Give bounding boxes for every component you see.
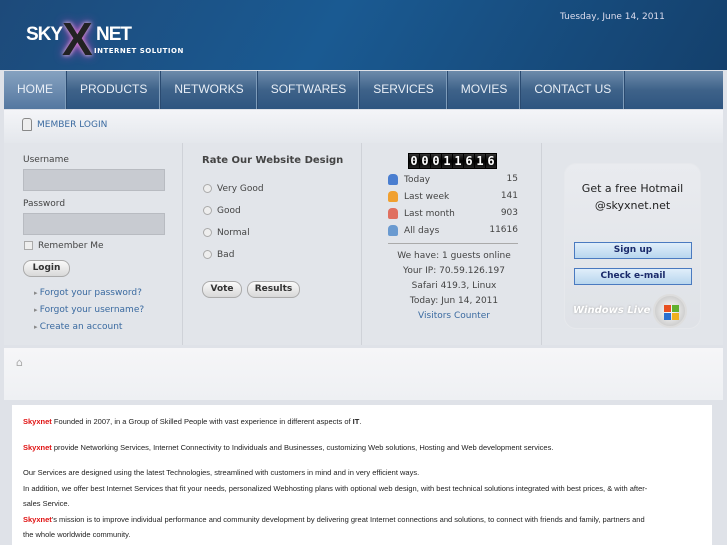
- today-date: Today: Jun 14, 2011: [409, 296, 499, 306]
- browser-info: Safari 419.3, Linux: [411, 281, 497, 291]
- forgot-password-link[interactable]: Forgot your password?: [34, 288, 142, 298]
- username-input[interactable]: [23, 169, 165, 191]
- guests-online: We have: 1 guests online: [397, 251, 511, 261]
- poll-radio[interactable]: [203, 206, 212, 215]
- sign-up-button[interactable]: Sign up: [574, 242, 692, 259]
- nav-contact-us[interactable]: CONTACT US: [521, 71, 626, 109]
- visitor-counter-digits: 00011616: [408, 153, 497, 169]
- user-icon: [388, 208, 398, 219]
- counter-digit: 6: [486, 154, 496, 168]
- paragraph: In addition, we offer best Internet Serv…: [23, 483, 648, 493]
- divider: [388, 243, 518, 244]
- counter-digit: 1: [453, 154, 463, 168]
- logo[interactable]: X SKY NET INTERNET SOLUTION: [24, 13, 194, 65]
- user-icon: [388, 191, 398, 202]
- header: X SKY NET INTERNET SOLUTION Tuesday, Jun…: [0, 0, 727, 70]
- vote-button[interactable]: Vote: [202, 281, 242, 298]
- counter-digit: 1: [475, 154, 485, 168]
- poll-radio[interactable]: [203, 250, 212, 259]
- paragraph: the whole worldwide community.: [23, 530, 131, 539]
- hotmail-box: Get a free Hotmail @skyxnet.net Sign up …: [564, 163, 701, 329]
- nav-softwares[interactable]: SOFTWARES: [258, 71, 361, 109]
- divider: [361, 143, 362, 345]
- poll-title: Rate Our Website Design: [202, 155, 344, 166]
- poll-radio[interactable]: [203, 184, 212, 193]
- paragraph: Skyxnet's mission is to improve individu…: [23, 514, 645, 524]
- poll-option: Good: [217, 206, 241, 216]
- remember-me-label: Remember Me: [38, 241, 104, 251]
- paragraph: sales Service.: [23, 499, 70, 508]
- member-login-bar: MEMBER LOGIN: [4, 110, 723, 143]
- your-ip: Your IP: 70.59.126.197: [403, 266, 505, 276]
- poll-option: Normal: [217, 228, 250, 238]
- paragraph: Skyxnet provide Networking Services, Int…: [23, 442, 554, 452]
- nav-home[interactable]: HOME: [4, 71, 67, 109]
- stat-all-days: All days 11616: [388, 225, 518, 236]
- stat-today: Today 15: [388, 174, 518, 185]
- remember-me-checkbox[interactable]: [24, 241, 33, 250]
- poll-option: Very Good: [217, 184, 264, 194]
- main-content: Skyxnet Founded in 2007, in a Group of S…: [12, 405, 712, 545]
- nav-services[interactable]: SERVICES: [360, 71, 448, 109]
- chart-icon: [388, 225, 398, 236]
- poll-option: Bad: [217, 250, 235, 260]
- counter-digit: 6: [464, 154, 474, 168]
- counter-digit: 0: [409, 154, 419, 168]
- divider: [182, 143, 183, 345]
- results-button[interactable]: Results: [247, 281, 300, 298]
- username-label: Username: [23, 155, 69, 165]
- hotmail-line2: @skyxnet.net: [594, 199, 671, 212]
- paragraph: Our Services are designed using the late…: [23, 468, 420, 477]
- nav-products[interactable]: PRODUCTS: [67, 71, 162, 109]
- counter-digit: 0: [431, 154, 441, 168]
- stat-last-month: Last month 903: [388, 208, 518, 219]
- password-label: Password: [23, 199, 66, 209]
- main-nav: HOME PRODUCTS NETWORKS SOFTWARES SERVICE…: [4, 71, 723, 109]
- nav-movies[interactable]: MOVIES: [448, 71, 522, 109]
- user-icon: [388, 174, 398, 185]
- logo-subtitle: INTERNET SOLUTION: [94, 47, 184, 55]
- member-login-link[interactable]: MEMBER LOGIN: [37, 120, 107, 130]
- breadcrumb: ⌂: [4, 348, 723, 400]
- stat-last-week: Last week 141: [388, 191, 518, 202]
- divider: [541, 143, 542, 345]
- hotmail-line1: Get a free Hotmail: [581, 182, 684, 195]
- check-email-button[interactable]: Check e-mail: [574, 268, 692, 285]
- current-date: Tuesday, June 14, 2011: [560, 12, 665, 22]
- modules-panel: Username Password Remember Me Login Forg…: [4, 143, 723, 345]
- home-icon[interactable]: ⌂: [16, 356, 23, 369]
- windows-logo-icon: [653, 294, 687, 328]
- poll-radio[interactable]: [203, 228, 212, 237]
- visitors-counter-link[interactable]: Visitors Counter: [374, 311, 534, 321]
- login-button[interactable]: Login: [23, 260, 70, 277]
- password-input[interactable]: [23, 213, 165, 235]
- lock-icon: [22, 118, 32, 131]
- paragraph: Skyxnet Founded in 2007, in a Group of S…: [23, 417, 362, 426]
- counter-digit: 0: [420, 154, 430, 168]
- nav-networks[interactable]: NETWORKS: [161, 71, 258, 109]
- windows-live-logo: Windows Live: [573, 305, 651, 316]
- counter-digit: 1: [442, 154, 452, 168]
- forgot-username-link[interactable]: Forgot your username?: [34, 305, 144, 315]
- create-account-link[interactable]: Create an account: [34, 322, 123, 332]
